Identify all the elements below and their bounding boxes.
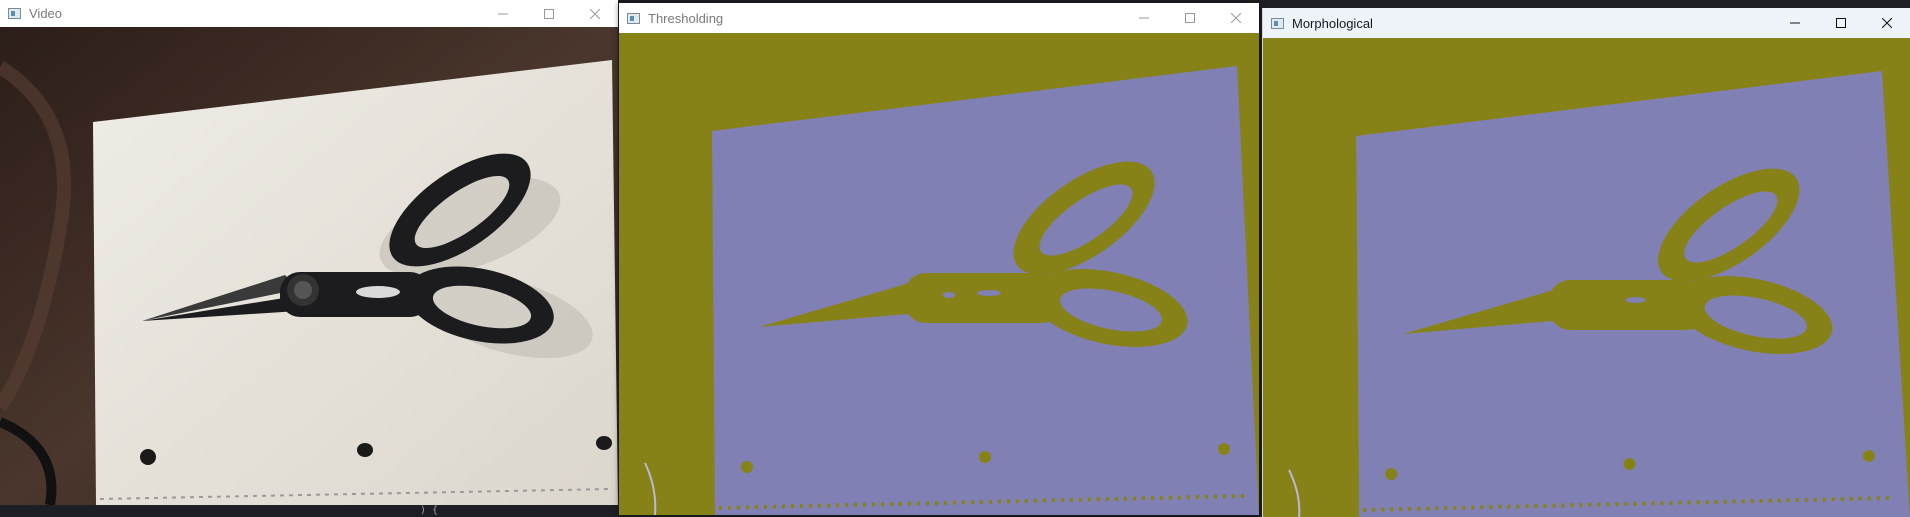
morphological-frame (1263, 38, 1910, 517)
video-titlebar[interactable]: Video (0, 0, 618, 27)
morphological-window-title: Morphological (1292, 15, 1373, 31)
app-window-icon (8, 8, 21, 19)
video-frame (0, 27, 618, 505)
video-window-title: Video (29, 6, 63, 21)
thresholding-window[interactable]: Thresholding (619, 3, 1259, 515)
code-fragment: ) { (420, 505, 439, 516)
video-window[interactable]: Video (0, 0, 618, 505)
minimize-button[interactable] (1121, 3, 1167, 33)
thresholding-window-title: Thresholding (648, 10, 724, 26)
close-button[interactable] (572, 0, 618, 27)
maximize-button[interactable] (1818, 8, 1864, 38)
morphological-window[interactable]: Morphological (1262, 8, 1910, 517)
thresholding-titlebar[interactable]: Thresholding (619, 3, 1259, 33)
minimize-icon (1790, 22, 1800, 24)
maximize-button[interactable] (1167, 3, 1213, 33)
app-window-icon (1271, 17, 1284, 29)
maximize-icon (544, 8, 554, 19)
minimize-button[interactable] (1772, 8, 1818, 38)
background-code-peek: ) { (0, 505, 619, 517)
close-button[interactable] (1213, 3, 1259, 33)
close-icon (590, 8, 600, 19)
thresholding-frame (619, 33, 1259, 515)
close-button[interactable] (1864, 8, 1910, 38)
app-window-icon (627, 12, 640, 24)
close-icon (1231, 13, 1241, 23)
maximize-icon (1836, 18, 1846, 28)
minimize-icon (498, 13, 508, 14)
maximize-button[interactable] (526, 0, 572, 27)
close-icon (1882, 18, 1892, 28)
morphological-titlebar[interactable]: Morphological (1263, 8, 1910, 38)
maximize-icon (1185, 13, 1195, 23)
minimize-icon (1139, 17, 1149, 19)
minimize-button[interactable] (480, 0, 526, 27)
